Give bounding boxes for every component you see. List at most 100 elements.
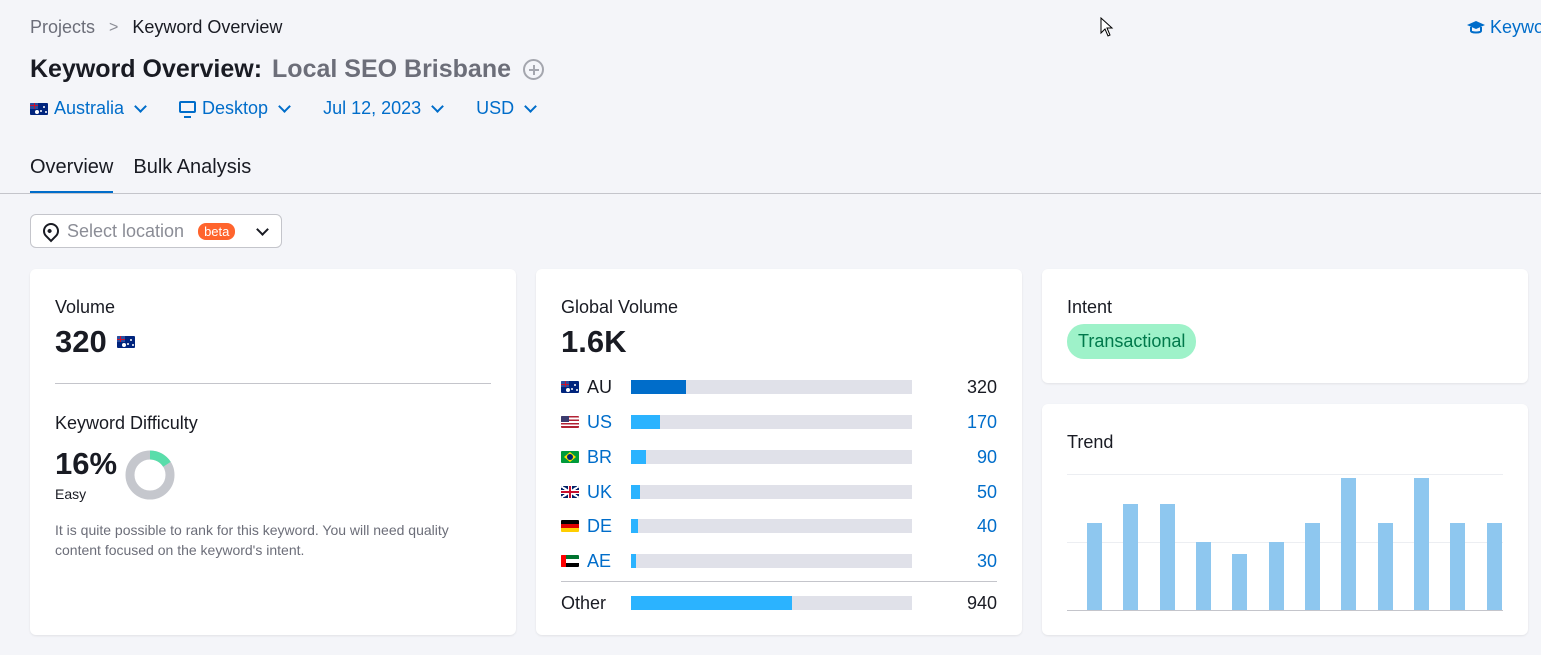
volume-bar-fill	[631, 380, 687, 394]
tab-divider	[0, 193, 1541, 194]
australia-flag-icon	[30, 102, 48, 115]
intent-card: Intent Transactional	[1042, 269, 1528, 383]
country-code[interactable]: UK	[587, 482, 631, 503]
volume-bar-track	[631, 415, 912, 429]
location-select-placeholder: Select location	[67, 220, 185, 241]
global-volume-label: Global Volume	[561, 297, 679, 317]
page-title-prefix: Keyword Overview:	[30, 55, 263, 83]
trend-bar[interactable]	[1159, 503, 1175, 610]
chevron-right-icon: >	[109, 18, 119, 36]
chevron-down-icon	[278, 100, 291, 113]
br-flag-icon	[561, 451, 579, 463]
trend-bar[interactable]	[1414, 478, 1429, 610]
us-flag-icon	[561, 416, 579, 428]
volume-bar-track	[631, 596, 912, 610]
australia-flag-icon	[116, 336, 135, 348]
chevron-down-icon	[256, 222, 269, 236]
global-volume-row-br: BR 90	[561, 447, 997, 467]
country-volume[interactable]: 40	[977, 516, 997, 537]
trend-bar[interactable]	[1268, 542, 1284, 610]
global-volume-row-us: US 170	[561, 412, 997, 432]
volume-card: Volume 320 Keyword Difficulty 16% Easy I…	[30, 269, 516, 635]
kd-label: Keyword Difficulty	[55, 413, 198, 433]
tab-bar: Overview Bulk Analysis	[30, 156, 251, 194]
trend-card: Trend	[1042, 404, 1528, 635]
au-flag-icon	[561, 381, 579, 393]
volume-bar-fill	[631, 596, 792, 610]
volume-bar-track	[631, 554, 912, 568]
keyword-guide-label: Keyword	[1490, 17, 1541, 37]
volume-label: Volume	[55, 297, 116, 317]
global-volume-row-de: DE 40	[561, 516, 997, 536]
trend-bar[interactable]	[1450, 522, 1466, 610]
country-code[interactable]: BR	[587, 447, 631, 468]
keyword-guide-link[interactable]: Keyword	[1466, 17, 1541, 38]
graduation-cap-icon	[1467, 20, 1485, 33]
ae-flag-icon	[561, 555, 579, 567]
desktop-icon	[179, 100, 197, 118]
trend-axis	[1067, 610, 1503, 611]
volume-bar-track	[631, 519, 912, 533]
trend-bar[interactable]	[1305, 522, 1320, 610]
date-dropdown-label: Jul 12, 2023	[323, 98, 422, 118]
kd-donut-chart	[125, 450, 175, 500]
volume-value: 320	[55, 324, 107, 359]
global-volume-row-uk: UK 50	[561, 482, 997, 502]
country-code: AU	[587, 376, 613, 397]
tab-bulk-analysis[interactable]: Bulk Analysis	[133, 156, 251, 194]
country-volume[interactable]: 90	[977, 447, 997, 468]
global-volume-card: Global Volume 1.6K AU 320 US 170 BR 90 UK 50 DE 4…	[536, 269, 1022, 635]
trend-chart	[1067, 474, 1503, 610]
date-dropdown[interactable]: Jul 12, 2023	[323, 98, 445, 119]
country-volume: 320	[966, 376, 997, 397]
other-label: Other	[561, 592, 607, 613]
country-volume[interactable]: 50	[977, 482, 997, 503]
kd-description: It is quite possible to rank for this ke…	[55, 522, 449, 558]
divider	[55, 383, 491, 384]
device-dropdown-label: Desktop	[202, 98, 269, 118]
trend-bar[interactable]	[1486, 522, 1502, 610]
uk-flag-icon	[561, 486, 579, 498]
country-code[interactable]: AE	[587, 551, 631, 572]
country-volume[interactable]: 30	[977, 551, 997, 572]
currency-dropdown-label: USD	[476, 98, 515, 118]
chevron-down-icon	[431, 100, 445, 113]
kd-level: Easy	[55, 486, 87, 502]
trend-bar[interactable]	[1377, 522, 1393, 610]
intent-badge[interactable]: Transactional	[1067, 324, 1197, 359]
volume-bar-fill	[631, 450, 647, 464]
location-select[interactable]: Select location beta	[30, 214, 282, 248]
tab-overview[interactable]: Overview	[30, 156, 114, 194]
location-pin-icon	[39, 219, 63, 243]
chevron-down-icon	[134, 100, 147, 113]
volume-bar-fill	[631, 519, 639, 533]
trend-bar[interactable]	[1196, 542, 1211, 610]
breadcrumb-current: Keyword Overview	[132, 17, 283, 37]
page-title: Keyword Overview: Local SEO Brisbane	[30, 55, 544, 84]
mouse-cursor-icon	[1100, 17, 1114, 37]
country-code[interactable]: DE	[587, 516, 631, 537]
trend-bar[interactable]	[1232, 554, 1248, 610]
volume-bar-fill	[631, 485, 640, 499]
filters-bar: Australia Desktop Jul 12, 2023 USD	[30, 98, 538, 119]
breadcrumb-projects-link[interactable]: Projects	[30, 17, 95, 38]
country-code[interactable]: US	[587, 412, 631, 433]
trend-label: Trend	[1067, 432, 1114, 452]
volume-value-row: 320	[55, 324, 135, 360]
country-volume[interactable]: 170	[967, 412, 997, 433]
volume-bar-track	[631, 450, 912, 464]
page-title-keyword: Local SEO Brisbane	[272, 55, 511, 83]
de-flag-icon	[561, 520, 579, 532]
trend-bar[interactable]	[1087, 522, 1102, 610]
trend-bar[interactable]	[1123, 503, 1139, 610]
currency-dropdown[interactable]: USD	[476, 98, 538, 119]
device-dropdown[interactable]: Desktop	[179, 98, 291, 119]
country-dropdown[interactable]: Australia	[30, 98, 147, 119]
global-volume-row-ae: AE 30	[561, 551, 997, 571]
kd-value: 16%	[55, 446, 118, 481]
intent-label: Intent	[1067, 297, 1113, 317]
intent-badge-wrap: Transactional	[1067, 324, 1197, 359]
trend-bar[interactable]	[1341, 478, 1357, 610]
add-to-list-icon[interactable]	[523, 59, 544, 80]
global-volume-row-other: Other 940	[561, 593, 997, 613]
